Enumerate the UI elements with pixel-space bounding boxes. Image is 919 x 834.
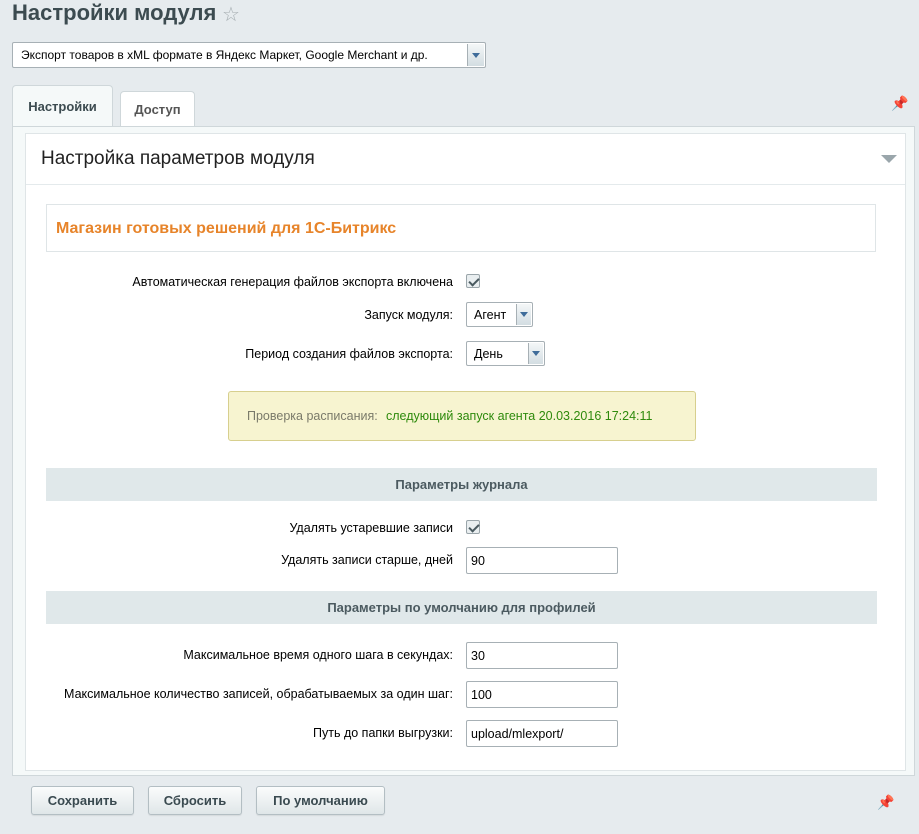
chevron-down-icon[interactable] bbox=[467, 44, 484, 66]
schedule-notice-label: Проверка расписания: bbox=[247, 409, 378, 423]
auto-generation-label: Автоматическая генерация файлов экспорта… bbox=[132, 275, 453, 289]
launch-select[interactable]: Агент bbox=[466, 302, 533, 327]
reset-button[interactable]: Сбросить bbox=[148, 786, 242, 815]
auto-generation-row: Автоматическая генерация файлов экспорта… bbox=[26, 269, 905, 295]
launch-label: Запуск модуля: bbox=[364, 308, 453, 322]
divider bbox=[26, 184, 905, 185]
chevron-down-icon[interactable] bbox=[516, 304, 531, 325]
launch-row: Запуск модуля: Агент bbox=[26, 302, 905, 328]
max-records-row: Максимальное количество записей, обрабат… bbox=[26, 681, 905, 708]
max-records-input[interactable] bbox=[466, 681, 618, 708]
period-select-value: День bbox=[474, 347, 503, 361]
schedule-notice: Проверка расписания: следующий запуск аг… bbox=[228, 391, 696, 441]
path-row: Путь до папки выгрузки: bbox=[26, 720, 905, 747]
period-row: Период создания файлов экспорта: День bbox=[26, 341, 905, 367]
save-button[interactable]: Сохранить bbox=[31, 786, 134, 815]
settings-section: Настройка параметров модуля Магазин гото… bbox=[25, 133, 906, 771]
module-select[interactable]: Экспорт товаров в xML формате в Яндекс М… bbox=[12, 42, 486, 68]
max-time-row: Максимальное время одного шага в секунда… bbox=[26, 642, 905, 669]
journal-header: Параметры журнала bbox=[46, 468, 877, 501]
profiles-header: Параметры по умолчанию для профилей bbox=[46, 591, 877, 624]
launch-select-value: Агент bbox=[474, 308, 507, 322]
shop-banner: Магазин готовых решений для 1С-Битрикс bbox=[46, 204, 876, 252]
delete-older-row: Удалять записи старше, дней bbox=[26, 547, 905, 574]
section-title: Настройка параметров модуля bbox=[41, 148, 315, 169]
max-time-input[interactable] bbox=[466, 642, 618, 669]
auto-generation-checkbox[interactable] bbox=[466, 274, 480, 288]
period-select[interactable]: День bbox=[466, 341, 545, 366]
delete-older-input[interactable] bbox=[466, 547, 618, 574]
delete-old-label: Удалять устаревшие записи bbox=[289, 521, 453, 535]
chevron-down-icon[interactable] bbox=[528, 343, 543, 364]
collapse-icon[interactable] bbox=[881, 155, 897, 163]
path-label: Путь до папки выгрузки: bbox=[313, 726, 453, 740]
default-button[interactable]: По умолчанию bbox=[256, 786, 385, 815]
star-icon[interactable]: ☆ bbox=[222, 2, 240, 27]
page-title: Настройки модуля bbox=[12, 0, 217, 25]
module-select-value: Экспорт товаров в xML формате в Яндекс М… bbox=[21, 48, 428, 62]
path-input[interactable] bbox=[466, 720, 618, 747]
shop-link[interactable]: Магазин готовых решений для 1С-Битрикс bbox=[56, 220, 396, 238]
tab-settings[interactable]: Настройки bbox=[12, 85, 113, 127]
schedule-notice-value: следующий запуск агента 20.03.2016 17:24… bbox=[386, 409, 653, 423]
period-label: Период создания файлов экспорта: bbox=[245, 347, 453, 361]
delete-old-checkbox[interactable] bbox=[466, 520, 480, 534]
tab-access[interactable]: Доступ bbox=[120, 91, 195, 127]
delete-older-label: Удалять записи старше, дней bbox=[281, 553, 453, 567]
pin-icon[interactable]: 📌 bbox=[877, 794, 894, 811]
delete-old-row: Удалять устаревшие записи bbox=[26, 515, 905, 541]
max-records-label: Максимальное количество записей, обрабат… bbox=[64, 687, 453, 701]
pin-icon[interactable]: 📌 bbox=[891, 95, 908, 112]
max-time-label: Максимальное время одного шага в секунда… bbox=[183, 648, 453, 662]
settings-panel: Настройка параметров модуля Магазин гото… bbox=[12, 126, 915, 776]
